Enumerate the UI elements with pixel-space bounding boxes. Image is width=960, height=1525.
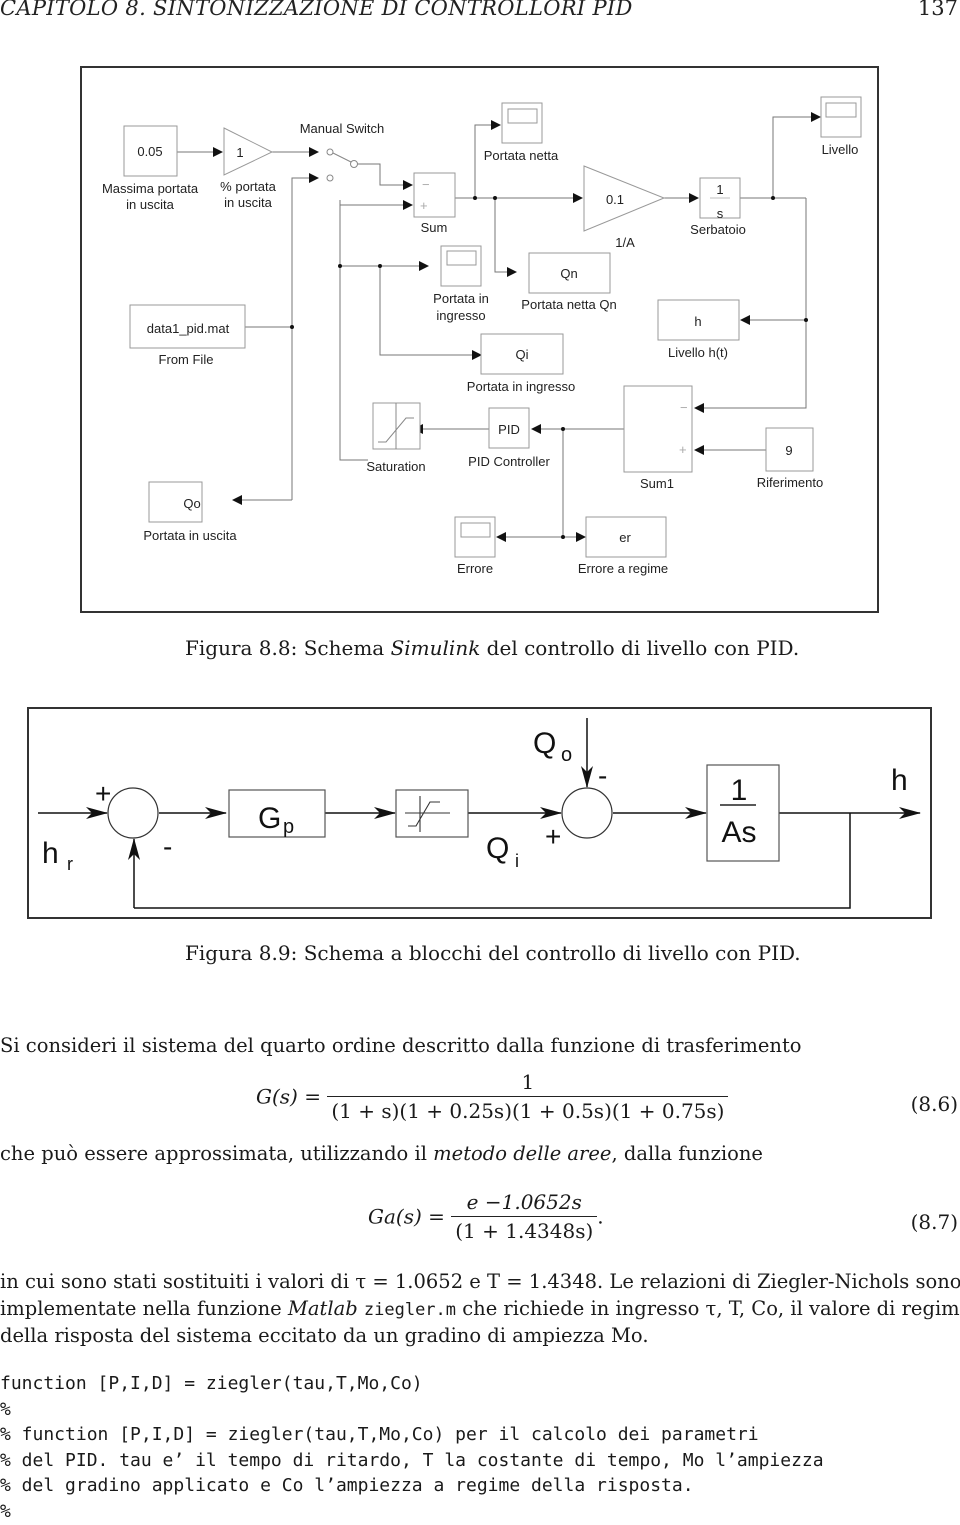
constant-label: Massima portata [102, 181, 199, 196]
tf-numerator: 1 [731, 774, 748, 807]
scope-netta-label: Portata netta [484, 148, 559, 163]
para2-suffix: , dalla funzione [611, 1142, 763, 1165]
hr-label: h [42, 837, 59, 870]
code-line: % [0, 1500, 11, 1522]
reference-label: Riferimento [757, 475, 823, 490]
scope-errore-label: Errore [457, 561, 493, 576]
equation-denominator: (1 + 1.4348s) [455, 1219, 594, 1243]
qo-label: Q [533, 727, 556, 760]
equation-number-8-7: (8.7) [910, 1210, 958, 1234]
caption-prefix: Figura 8.8: Schema [185, 636, 391, 660]
para2-prefix: che può essere approssimata, utilizzando… [0, 1142, 434, 1165]
para3-code: ziegler.m [363, 1300, 457, 1320]
qo-label: Portata in uscita [143, 528, 237, 543]
from-file-value: data1_pid.mat [147, 321, 230, 336]
h-value: h [694, 314, 701, 329]
para3-italic: Matlab [287, 1297, 358, 1320]
switch-label: Manual Switch [300, 121, 385, 136]
gain-label-2: in uscita [224, 195, 272, 210]
constant-label-2: in uscita [126, 197, 174, 212]
qi-value: Qi [516, 347, 529, 362]
constant-value: 0.05 [137, 144, 162, 159]
qo-value: Qo [183, 496, 200, 511]
para2-italic: metodo delle aree [433, 1142, 612, 1165]
paragraph-3-line-3: della risposta del sistema eccitato da u… [0, 1324, 649, 1347]
paragraph-2: che può essere approssimata, utilizzando… [0, 1140, 763, 1167]
simulink-diagram: 0.05 Massima portata in uscita 1 % porta… [80, 66, 879, 613]
qn-value: Qn [560, 266, 577, 281]
er-value: er [619, 530, 631, 545]
saturation-label: Saturation [366, 459, 425, 474]
scope-livello-label: Livello [822, 142, 859, 157]
equation-denominator: (1 + s)(1 + 0.25s)(1 + 0.5s)(1 + 0.75s) [331, 1099, 725, 1123]
qo-subscript: o [561, 744, 572, 766]
scope-ingresso-label-2: ingresso [436, 308, 485, 323]
sum1-label: Sum1 [640, 476, 674, 491]
integrator-numerator: 1 [716, 182, 723, 197]
code-line: % function [P,I,D] = ziegler(tau,T,Mo,Co… [0, 1424, 759, 1445]
gain-value: 1 [236, 145, 243, 160]
qi-label: Q [486, 832, 509, 865]
block-diagram: h r + - G p Q i Q o + - 1 As h [27, 707, 932, 919]
qi-label: Portata in ingresso [467, 379, 575, 394]
integrator-denominator: s [717, 206, 724, 221]
code-line: % del gradino applicato e Co l’ampiezza … [0, 1475, 694, 1496]
equation-8-6: G(s) = 1 (1 + s)(1 + 0.25s)(1 + 0.5s)(1 … [256, 1070, 729, 1123]
gain-area-value: 0.1 [606, 192, 624, 207]
from-file-label: From File [159, 352, 214, 367]
sum1-plus-sign: + [679, 442, 687, 457]
caption-suffix: del controllo di livello con PID. [480, 636, 800, 660]
hr-subscript: r [67, 854, 73, 874]
h-label: Livello h(t) [668, 345, 728, 360]
sum-plus-sign: + [420, 198, 428, 213]
qi-subscript: i [515, 851, 519, 871]
equation-period: . [597, 1204, 604, 1229]
equation-number-8-6: (8.6) [910, 1092, 958, 1116]
para3-text: implementate nella funzione [0, 1297, 288, 1320]
equation-numerator: e −1.0652s [451, 1190, 598, 1217]
tf-denominator: As [721, 816, 756, 849]
figure-8-8-caption: Figura 8.8: Schema Simulink del controll… [185, 636, 799, 660]
para3-text-2: che richiede in ingresso τ, T, Co, il va… [456, 1297, 960, 1320]
code-line: % [0, 1398, 11, 1420]
code-listing: function [P,I,D] = ziegler(tau,T,Mo,Co) … [0, 1371, 824, 1524]
scope-ingresso-label: Portata in [433, 291, 489, 306]
figure-8-9-caption: Figura 8.9: Schema a blocchi del control… [185, 941, 801, 965]
code-line: function [P,I,D] = ziegler(tau,T,Mo,Co) [0, 1373, 423, 1394]
sum1-minus: - [163, 831, 172, 862]
equation-8-7: Ga(s) = e −1.0652s (1 + 1.4348s) . [368, 1190, 604, 1243]
sum-label: Sum [421, 220, 448, 235]
sum1-block[interactable] [623, 385, 693, 473]
er-label: Errore a regime [578, 561, 668, 576]
gp-subscript: p [283, 816, 294, 838]
equation-lhs: G(s) = [256, 1084, 321, 1109]
integrator-label: Serbatoio [690, 222, 746, 237]
output-h-label: h [891, 764, 908, 797]
paragraph-3-line-2: implementate nella funzione Matlab ziegl… [0, 1295, 960, 1324]
equation-lhs: Ga(s) = [368, 1204, 445, 1229]
pid-label: PID Controller [468, 454, 550, 469]
reference-value: 9 [785, 443, 792, 458]
sum1-minus-sign: − [680, 400, 688, 415]
caption-italic: Simulink [390, 636, 481, 660]
paragraph-1: Si consideri il sistema del quarto ordin… [0, 1034, 802, 1057]
gain-label: % portata [220, 179, 276, 194]
gain-area-label: 1/A [615, 235, 635, 250]
sum2-plus: + [545, 821, 561, 852]
equation-fraction: e −1.0652s (1 + 1.4348s) [451, 1190, 598, 1243]
qn-label: Portata netta Qn [521, 297, 616, 312]
sum-minus-sign: − [422, 177, 430, 192]
summing-junction-flow [561, 787, 613, 839]
gp-label: G [258, 802, 281, 835]
summing-junction-error [107, 787, 159, 839]
sum1-plus: + [95, 778, 111, 809]
pid-value: PID [498, 422, 520, 437]
equation-numerator: 1 [327, 1070, 729, 1097]
paragraph-3-line-1: in cui sono stati sostituiti i valori di… [0, 1270, 960, 1293]
code-line: % del PID. tau e’ il tempo di ritardo, T… [0, 1449, 824, 1471]
sum2-minus: - [598, 760, 607, 791]
equation-fraction: 1 (1 + s)(1 + 0.25s)(1 + 0.5s)(1 + 0.75s… [327, 1070, 729, 1123]
